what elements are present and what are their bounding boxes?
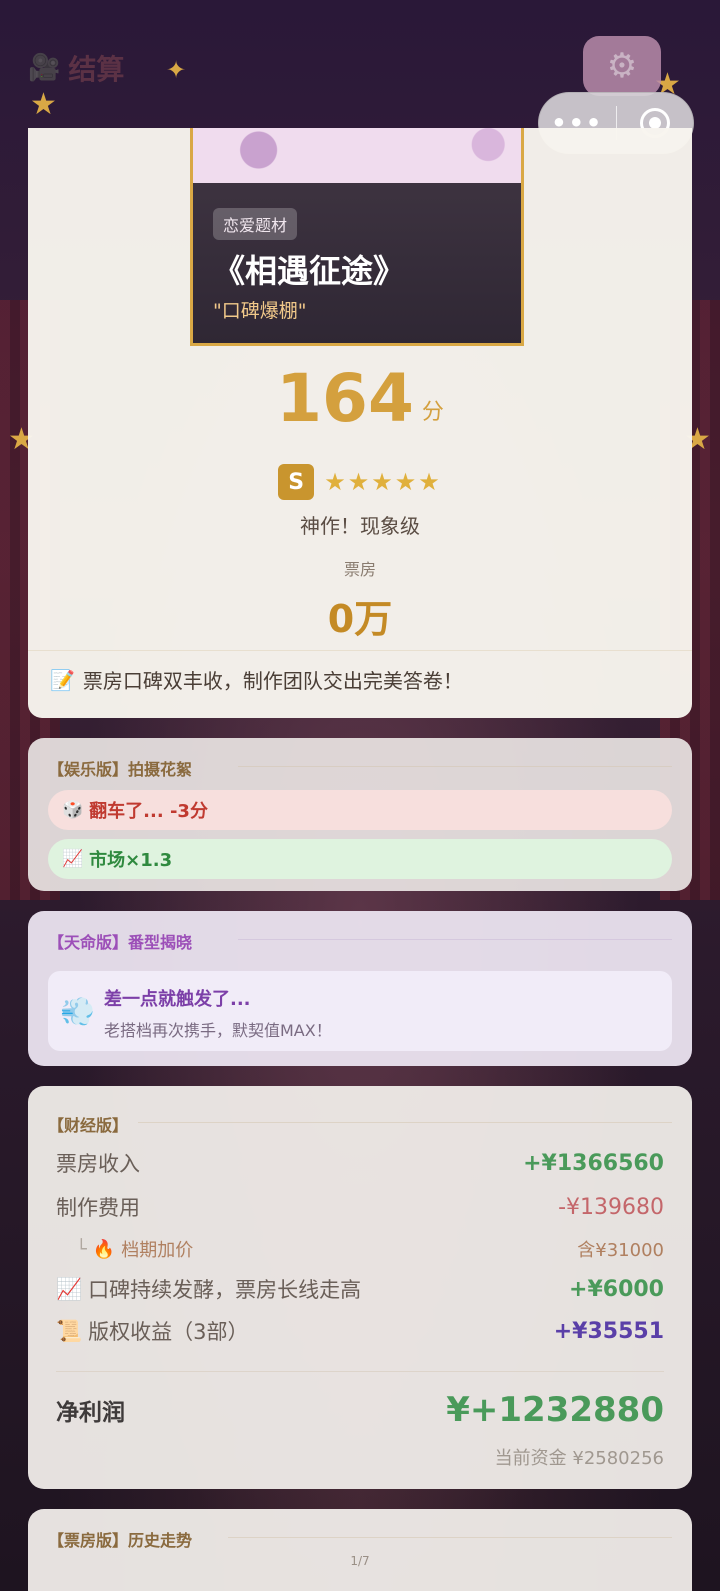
- section-rule: [238, 766, 672, 767]
- net-profit-value: ¥+1232880: [446, 1390, 664, 1430]
- rating-row: S ★★★★★: [28, 464, 692, 500]
- grade-badge: S: [278, 464, 315, 500]
- finance-label: 口碑持续发酵，票房长线走高: [88, 1278, 362, 1302]
- event-text: 市场×1.3: [89, 850, 173, 871]
- box-office-value: 0万: [327, 597, 393, 641]
- page-indicator: 1/7: [350, 1554, 370, 1568]
- finance-divider: [56, 1371, 664, 1372]
- finance-label-group: 📜 版权收益（3部）: [56, 1316, 249, 1346]
- finance-label: 版权收益（3部）: [88, 1320, 249, 1344]
- finance-value: +¥6000: [569, 1276, 664, 1302]
- finance-label: 制作费用: [56, 1196, 140, 1220]
- event-pill-positive: 📈 市场×1.3: [48, 839, 672, 879]
- poster-artwork: [193, 128, 521, 183]
- settings-button[interactable]: ⚙: [583, 36, 661, 96]
- finance-value: +¥1366560: [523, 1150, 664, 1176]
- memo-icon: 📝: [50, 667, 75, 692]
- fate-detail: 老搭档再次携手，默契值MAX！: [104, 1021, 332, 1040]
- finance-sublabel: └ 🔥 档期加价: [56, 1236, 193, 1262]
- score-unit: 分: [421, 400, 444, 425]
- fire-icon: 🔥: [92, 1238, 116, 1260]
- star-decoration-icon: ★: [30, 87, 57, 122]
- score-value: 164: [276, 360, 414, 437]
- current-funds: 当前资金 ¥2580256: [494, 1448, 664, 1469]
- section-rule: [138, 1122, 672, 1123]
- finance-section: 【财经版】 票房收入 +¥1366560 制作费用 -¥139680 └ 🔥 档…: [28, 1086, 692, 1489]
- finance-value: +¥35551: [553, 1318, 664, 1344]
- star-decoration-icon: ✦: [166, 56, 187, 84]
- score-display: 164 分: [28, 366, 692, 432]
- movie-tagline: "口碑爆棚": [213, 300, 307, 322]
- event-pill-negative: 🎲 翻车了... -3分: [48, 790, 672, 830]
- finance-value: -¥139680: [558, 1194, 664, 1220]
- section-rule: [238, 939, 672, 940]
- star-rating-icon: ★★★★★: [324, 468, 442, 496]
- summary-row: 📝 票房口碑双丰收，制作团队交出完美答卷！: [28, 650, 692, 708]
- finance-label-group: 📈 口碑持续发酵，票房长线走高: [56, 1274, 361, 1304]
- net-profit-label: 净利润: [56, 1400, 125, 1426]
- scroll-icon: 📜: [56, 1318, 83, 1343]
- net-profit-row: 净利润 ¥+1232880: [56, 1386, 664, 1434]
- verdict-text: 神作！现象级: [300, 514, 420, 538]
- tree-branch-icon: └: [76, 1238, 87, 1260]
- movie-title: 《相遇征途》: [213, 252, 406, 290]
- page-title: 结算: [68, 53, 125, 86]
- summary-text: 票房口碑双丰收，制作团队交出完美答卷！: [82, 669, 463, 693]
- dice-icon: 🎲: [62, 800, 84, 820]
- fate-result-box: 💨 差一点就触发了... 老搭档再次携手，默契值MAX！: [48, 971, 672, 1051]
- section-title: 【票房版】历史走势: [48, 1531, 193, 1550]
- section-title: 【天命版】番型揭晓: [48, 933, 193, 952]
- finance-row-word-of-mouth: 📈 口碑持续发酵，票房长线走高 +¥6000: [56, 1272, 664, 1306]
- section-title: 【财经版】: [48, 1116, 129, 1135]
- box-office-history-section: 【票房版】历史走势: [28, 1509, 692, 1591]
- chart-up-icon: 📈: [62, 849, 84, 869]
- finance-label: 档期加价: [121, 1240, 194, 1261]
- chart-up-icon: 📈: [56, 1276, 83, 1301]
- finance-row-royalty: 📜 版权收益（3部） +¥35551: [56, 1314, 664, 1348]
- box-office-label: 票房: [343, 560, 376, 579]
- finance-row-cost: 制作费用 -¥139680: [56, 1190, 664, 1224]
- event-text: 翻车了... -3分: [89, 801, 208, 822]
- genre-tag: 恋爱题材: [213, 208, 298, 240]
- finance-label: 票房收入: [56, 1152, 140, 1176]
- section-title: 【娱乐版】拍摄花絮: [48, 760, 193, 779]
- fate-headline: 差一点就触发了...: [104, 989, 251, 1010]
- fate-section: 【天命版】番型揭晓 💨 差一点就触发了... 老搭档再次携手，默契值MAX！: [28, 911, 692, 1066]
- finance-row-revenue: 票房收入 +¥1366560: [56, 1146, 664, 1180]
- wind-icon: 💨: [60, 995, 95, 1028]
- section-rule: [228, 1537, 672, 1538]
- movie-poster: 恋爱题材 《相遇征途》 "口碑爆棚": [190, 128, 524, 346]
- page-header: 🎥 结算: [28, 48, 124, 88]
- finance-row-surcharge: └ 🔥 档期加价 含¥31000: [56, 1232, 664, 1266]
- result-card: 恋爱题材 《相遇征途》 "口碑爆棚" 164 分 S ★★★★★ 神作！现象级 …: [28, 128, 692, 718]
- entertainment-section: 【娱乐版】拍摄花絮 🎲 翻车了... -3分 📈 市场×1.3: [28, 738, 692, 891]
- finance-value: 含¥31000: [577, 1240, 664, 1261]
- gear-icon: ⚙: [606, 46, 638, 86]
- film-camera-icon: 🎥: [28, 53, 61, 83]
